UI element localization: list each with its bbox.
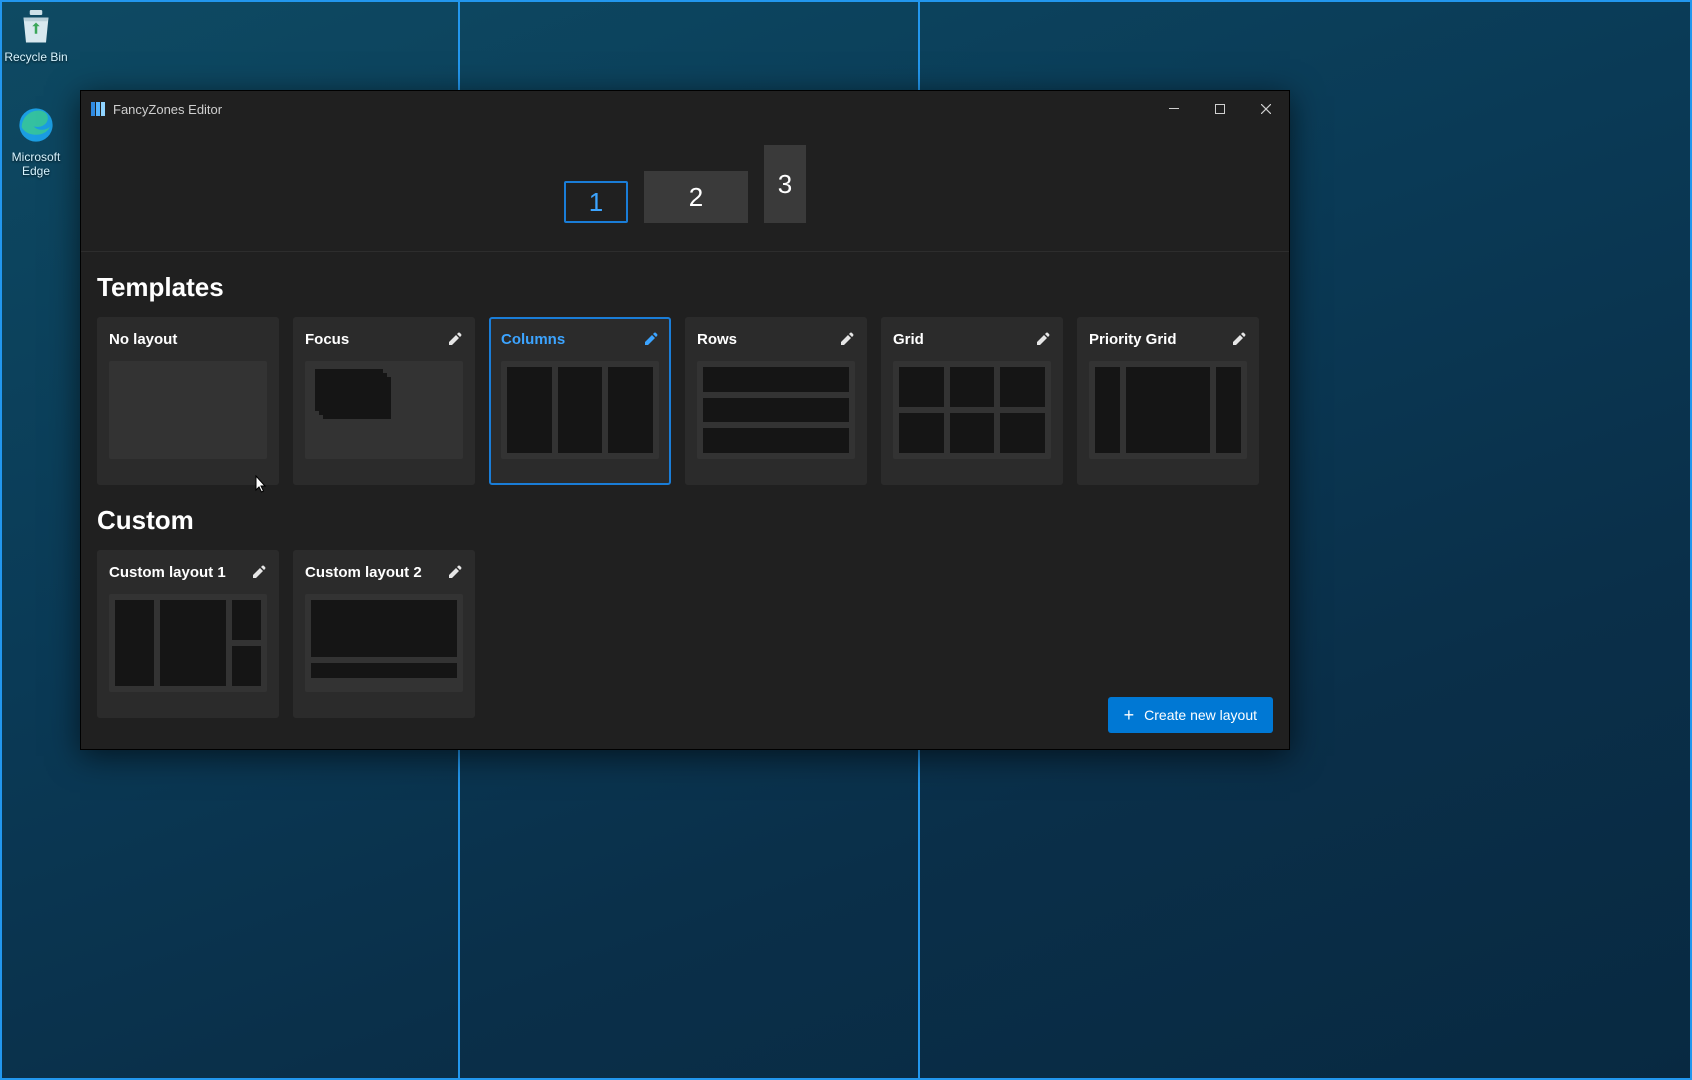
pencil-icon[interactable] xyxy=(839,331,855,347)
template-card-rows[interactable]: Rows xyxy=(685,317,867,485)
layout-preview xyxy=(305,594,463,692)
pencil-icon[interactable] xyxy=(1035,331,1051,347)
create-new-layout-button[interactable]: + Create new layout xyxy=(1108,697,1273,733)
create-label: Create new layout xyxy=(1144,707,1257,723)
pencil-icon[interactable] xyxy=(643,331,659,347)
layout-preview xyxy=(305,361,463,459)
fancyzones-editor-window: FancyZones Editor 1 2 3 Templates No lay… xyxy=(80,90,1290,750)
template-card-no-layout[interactable]: No layout xyxy=(97,317,279,485)
templates-heading: Templates xyxy=(97,272,1273,303)
custom-heading: Custom xyxy=(97,505,1273,536)
monitor-picker: 1 2 3 xyxy=(81,127,1289,252)
card-title: No layout xyxy=(109,331,177,348)
template-card-focus[interactable]: Focus xyxy=(293,317,475,485)
window-title: FancyZones Editor xyxy=(113,102,222,117)
card-title: Grid xyxy=(893,331,924,348)
pencil-icon[interactable] xyxy=(251,564,267,580)
titlebar[interactable]: FancyZones Editor xyxy=(81,91,1289,127)
layout-preview xyxy=(109,361,267,459)
card-title: Custom layout 2 xyxy=(305,564,422,581)
pencil-icon[interactable] xyxy=(447,564,463,580)
minimize-button[interactable] xyxy=(1151,91,1197,127)
card-title: Custom layout 1 xyxy=(109,564,226,581)
plus-icon: + xyxy=(1124,705,1135,726)
monitor-2-button[interactable]: 2 xyxy=(644,171,748,223)
custom-card-2[interactable]: Custom layout 2 xyxy=(293,550,475,718)
close-button[interactable] xyxy=(1243,91,1289,127)
pencil-icon[interactable] xyxy=(1231,331,1247,347)
desktop: Recycle Bin Microsoft Edge FancyZones Ed… xyxy=(0,0,1692,1080)
layout-preview xyxy=(697,361,855,459)
layout-preview xyxy=(109,594,267,692)
maximize-button[interactable] xyxy=(1197,91,1243,127)
pencil-icon[interactable] xyxy=(447,331,463,347)
monitor-1-button[interactable]: 1 xyxy=(564,181,628,223)
template-card-columns[interactable]: Columns xyxy=(489,317,671,485)
desktop-icon-edge[interactable]: Microsoft Edge xyxy=(0,104,74,178)
monitor-3-button[interactable]: 3 xyxy=(764,145,806,223)
app-icon xyxy=(91,102,105,116)
desktop-icon-label: Recycle Bin xyxy=(4,50,67,64)
card-title: Focus xyxy=(305,331,349,348)
card-title: Columns xyxy=(501,331,565,348)
template-card-grid[interactable]: Grid xyxy=(881,317,1063,485)
layout-preview xyxy=(893,361,1051,459)
custom-card-1[interactable]: Custom layout 1 xyxy=(97,550,279,718)
layout-preview xyxy=(501,361,659,459)
recycle-bin-icon xyxy=(15,4,57,46)
layout-preview xyxy=(1089,361,1247,459)
card-title: Priority Grid xyxy=(1089,331,1177,348)
desktop-icon-recycle-bin[interactable]: Recycle Bin xyxy=(0,4,74,64)
template-card-priority-grid[interactable]: Priority Grid xyxy=(1077,317,1259,485)
desktop-icon-label: Microsoft Edge xyxy=(12,150,61,178)
edge-icon xyxy=(15,104,57,146)
card-title: Rows xyxy=(697,331,737,348)
